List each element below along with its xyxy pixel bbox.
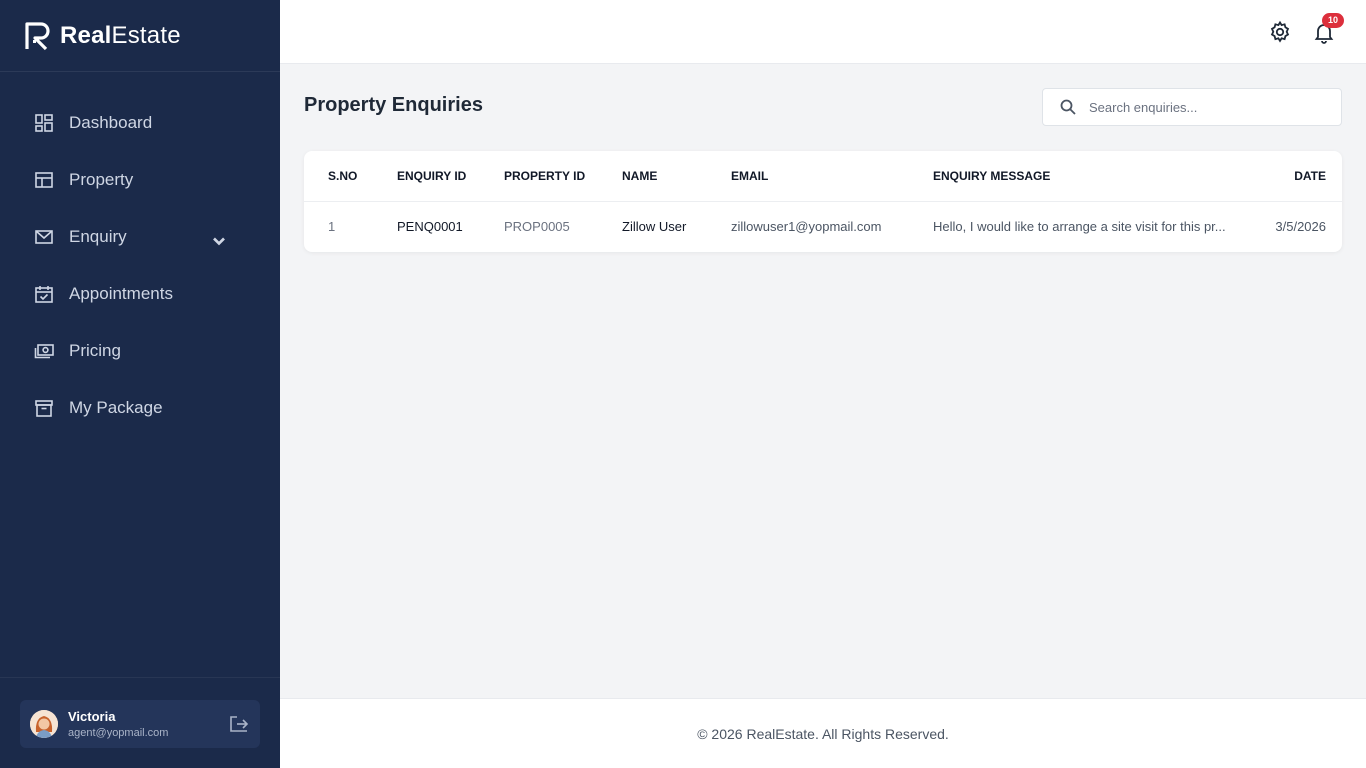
sidebar-item-label: Dashboard bbox=[69, 112, 153, 132]
sidebar: RealEstate Dashboard Property Enquiry Ap… bbox=[0, 0, 280, 768]
sidebar-item-label: My Package bbox=[69, 397, 163, 417]
cell-email: zillowuser1@yopmail.com bbox=[731, 219, 882, 235]
sidebar-item-label: Pricing bbox=[69, 340, 121, 360]
property-icon bbox=[35, 171, 53, 188]
table-header-row: S.NO ENQUIRY ID PROPERTY ID NAME EMAIL E… bbox=[304, 151, 1342, 202]
col-header-enquiry-message[interactable]: ENQUIRY MESSAGE bbox=[933, 151, 1260, 202]
calendar-check-icon bbox=[35, 285, 53, 303]
sidebar-item-label: Enquiry bbox=[69, 226, 127, 246]
sidebar-item-dashboard[interactable]: Dashboard bbox=[0, 94, 280, 151]
user-avatar-icon bbox=[30, 710, 58, 738]
col-header-property-id[interactable]: PROPERTY ID bbox=[504, 151, 622, 202]
cell-enquiry-id: PENQ0001 bbox=[397, 219, 463, 235]
sidebar-item-label: Property bbox=[69, 169, 134, 189]
col-header-email[interactable]: EMAIL bbox=[731, 151, 933, 202]
user-info: Victoria agent@yopmail.com bbox=[68, 709, 228, 739]
footer: © 2026 RealEstate. All Rights Reserved. bbox=[280, 698, 1366, 768]
search-box[interactable] bbox=[1042, 88, 1342, 126]
enquiries-table: S.NO ENQUIRY ID PROPERTY ID NAME EMAIL E… bbox=[304, 151, 1342, 252]
chevron-down-icon[interactable] bbox=[209, 231, 229, 251]
col-header-enquiry-id[interactable]: ENQUIRY ID bbox=[397, 151, 504, 202]
sidebar-item-appointments[interactable]: Appointments bbox=[0, 265, 280, 322]
archive-icon bbox=[35, 399, 53, 417]
sidebar-divider bbox=[0, 677, 280, 678]
sidebar-item-label: Appointments bbox=[69, 283, 173, 303]
brand-name: RealEstate bbox=[60, 22, 181, 50]
notification-badge: 10 bbox=[1322, 13, 1344, 28]
cell-enquiry-message: Hello, I would like to arrange a site vi… bbox=[933, 219, 1226, 235]
sidebar-item-my-package[interactable]: My Package bbox=[0, 379, 280, 436]
avatar bbox=[30, 710, 58, 738]
table-row[interactable]: 1 PENQ0001 PROP0005 Zillow User zillowus… bbox=[304, 201, 1342, 252]
cell-sno: 1 bbox=[328, 219, 336, 235]
cell-message-wrap: Hello, I would like to arrange a site vi… bbox=[933, 201, 1260, 252]
money-icon bbox=[34, 343, 54, 358]
col-header-name[interactable]: NAME bbox=[622, 151, 731, 202]
cell-date: 3/5/2026 bbox=[1275, 219, 1326, 235]
sidebar-item-property[interactable]: Property bbox=[0, 151, 280, 208]
page-title: Property Enquiries bbox=[304, 94, 483, 116]
cell-name: Zillow User bbox=[622, 219, 687, 235]
sidebar-item-enquiry[interactable]: Enquiry bbox=[0, 208, 280, 265]
footer-copyright: © 2026 RealEstate. All Rights Reserved. bbox=[697, 725, 949, 742]
gear-icon[interactable] bbox=[1268, 20, 1292, 44]
search-input[interactable] bbox=[1089, 99, 1329, 115]
col-header-sno[interactable]: S.NO bbox=[304, 151, 397, 202]
brand-name-light: Estate bbox=[111, 21, 181, 49]
brand[interactable]: RealEstate bbox=[0, 0, 280, 72]
logout-icon[interactable] bbox=[228, 713, 250, 735]
search-icon bbox=[1060, 99, 1076, 115]
topbar: 10 bbox=[280, 0, 1366, 64]
cell-property-id: PROP0005 bbox=[504, 219, 570, 235]
user-name: Victoria bbox=[68, 709, 116, 724]
brand-name-bold: Real bbox=[60, 21, 112, 49]
mail-icon bbox=[35, 229, 53, 244]
sidebar-nav: Dashboard Property Enquiry Appointments bbox=[0, 72, 280, 436]
logo-icon bbox=[25, 21, 50, 50]
main-content: Property Enquiries S.NO ENQUIRY ID PROPE… bbox=[280, 64, 1366, 698]
dashboard-icon bbox=[35, 113, 53, 132]
user-card[interactable]: Victoria agent@yopmail.com bbox=[20, 700, 260, 748]
user-email: agent@yopmail.com bbox=[68, 727, 169, 739]
sidebar-item-pricing[interactable]: Pricing bbox=[0, 322, 280, 379]
col-header-date[interactable]: DATE bbox=[1260, 151, 1342, 202]
